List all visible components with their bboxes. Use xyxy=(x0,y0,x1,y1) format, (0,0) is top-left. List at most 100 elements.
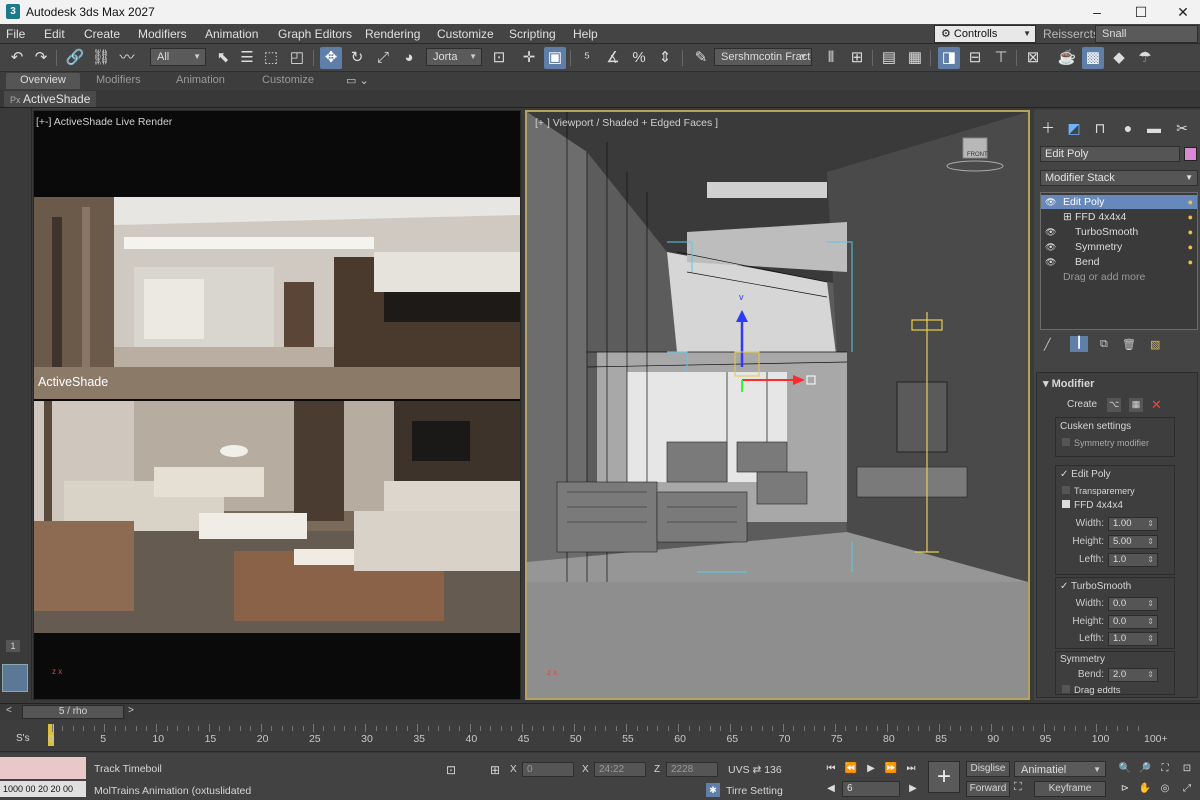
select-by-name-icon[interactable]: ☰ xyxy=(236,47,258,69)
menu-modifiers[interactable]: Modifiers xyxy=(138,27,187,41)
tab-overview[interactable]: Overview xyxy=(6,73,80,89)
perspective-viewport[interactable]: [+ ] Viewport / Shaded + Edged Faces ] F… xyxy=(525,110,1030,700)
time-config-icon[interactable]: ✱ xyxy=(706,783,720,797)
play-icon[interactable]: ▶ xyxy=(862,761,880,777)
utilities-panel-icon[interactable]: ✂ xyxy=(1172,118,1192,138)
viewcube-icon[interactable]: FRONT xyxy=(967,152,988,158)
redo-icon[interactable]: ↷ xyxy=(30,47,52,69)
stack-item-edit-poly[interactable]: 👁 Edit Poly ● xyxy=(1041,195,1197,209)
spinner-snap-icon[interactable]: ⇕ xyxy=(654,47,676,69)
mirror-icon[interactable]: ⫴ xyxy=(820,47,842,69)
make-unique-icon[interactable]: ⧉ xyxy=(1100,338,1108,351)
tab-customize[interactable]: Customize xyxy=(262,74,314,86)
viewport-layout-icon[interactable] xyxy=(2,664,28,692)
select-manipulate-icon[interactable]: ✛ xyxy=(518,47,540,69)
z-coord-field[interactable]: 2228 xyxy=(666,762,718,777)
maxscript-input[interactable]: 1000 00 20 20 00 xyxy=(0,781,86,797)
menu-rendering[interactable]: Rendering xyxy=(365,27,420,41)
rect-selection-icon[interactable]: ⬚ xyxy=(260,47,282,69)
eye-icon[interactable]: 👁 xyxy=(1045,240,1056,254)
time-slider[interactable]: < 5 / rho > xyxy=(0,703,1200,720)
selection-lock-icon[interactable]: ⊡ xyxy=(446,763,456,777)
menu-create[interactable]: Create xyxy=(84,27,120,41)
menu-file[interactable]: File xyxy=(6,27,25,41)
ts-height-spinner[interactable]: 0.0 xyxy=(1108,615,1158,629)
drag-edits-check[interactable]: Drag eddts xyxy=(1062,685,1120,696)
ffd-check[interactable]: FFD 4x4x4 xyxy=(1062,500,1123,511)
show-end-result-icon[interactable]: ┃ xyxy=(1070,336,1088,352)
light-bulb-icon[interactable]: ● xyxy=(1188,195,1193,209)
selection-filter-combo[interactable]: All ▼ xyxy=(150,48,206,66)
create-panel-icon[interactable]: ＋ xyxy=(1038,118,1058,138)
align-icon[interactable]: ⊞ xyxy=(846,47,868,69)
tab-modifiers[interactable]: Modifiers xyxy=(96,74,141,86)
menu-animation[interactable]: Animation xyxy=(205,27,258,41)
ribbon-options-icon[interactable]: ▭ ⌄ xyxy=(346,74,369,87)
time-setting-label[interactable]: Tirre Setting xyxy=(726,785,783,797)
transparency-check[interactable]: Transparemery xyxy=(1062,486,1135,496)
move-icon[interactable]: ✥ xyxy=(320,47,342,69)
stack-item-bend[interactable]: 👁 Bend ● xyxy=(1041,255,1197,269)
key-filters-icon[interactable]: ⛶ xyxy=(1014,781,1028,797)
named-selection-combo[interactable]: Sershmcotin Fract ▼ xyxy=(714,48,812,66)
menu-customize[interactable]: Customize xyxy=(437,27,494,41)
prev-key-icon[interactable]: ⏪ xyxy=(842,761,860,777)
absolute-mode-icon[interactable]: ⊞ xyxy=(490,763,500,777)
layer-explorer-icon[interactable]: ▤ xyxy=(878,47,900,69)
snaps-toggle-icon[interactable]: ⁵ xyxy=(576,47,598,69)
maximize-button[interactable]: ☐ xyxy=(1130,2,1152,22)
viewport-label[interactable]: [+ ] Viewport / Shaded + Edged Faces ] xyxy=(535,117,718,129)
undo-icon[interactable]: ↶ xyxy=(6,47,28,69)
rotate-icon[interactable]: ↻ xyxy=(346,47,368,69)
fov-icon[interactable]: ⊳ xyxy=(1116,781,1134,797)
edit-poly-check[interactable]: ✓ Edit Poly xyxy=(1060,469,1111,480)
layout-badge[interactable]: 1 xyxy=(6,640,20,652)
pivot-center-icon[interactable]: ⊡ xyxy=(488,47,510,69)
configure-sets-icon[interactable]: ▧ xyxy=(1150,338,1160,351)
tab-animation[interactable]: Animation xyxy=(176,74,225,86)
go-to-end-icon[interactable]: ⏭ xyxy=(902,761,920,777)
activeshade-viewport[interactable]: [+-] ActiveShade Live Render ActiveShade xyxy=(33,110,521,700)
ribbon-toggle-icon[interactable]: ▦ xyxy=(904,47,926,69)
prev-frame-icon[interactable]: < xyxy=(6,705,18,719)
eye-icon[interactable]: 👁 xyxy=(1045,255,1056,269)
stack-drop-hint[interactable]: Drag or add more xyxy=(1041,270,1197,284)
delete-icon[interactable]: ✕ xyxy=(1151,397,1162,413)
render-production-icon[interactable]: ▩ xyxy=(1082,47,1104,69)
motion-panel-icon[interactable]: ● xyxy=(1118,118,1138,138)
eye-icon[interactable]: 👁 xyxy=(1045,195,1056,209)
height-spinner[interactable]: 5.00 xyxy=(1108,535,1158,549)
forward-button[interactable]: Forward xyxy=(966,781,1010,797)
time-slider-thumb[interactable]: 5 / rho xyxy=(22,705,124,719)
menu-graph-editors[interactable]: Graph Editors xyxy=(278,27,352,41)
rollout-title[interactable]: ▾ Modifier xyxy=(1043,377,1094,390)
workspace-value-field[interactable]: Snall xyxy=(1095,25,1198,43)
maximize-viewport-icon[interactable]: ⤢ xyxy=(1178,781,1196,797)
bind-spacewarp-icon[interactable]: 〰 xyxy=(116,47,138,69)
viewport-label[interactable]: [+-] ActiveShade Live Render xyxy=(36,116,172,128)
create-modifier-icon[interactable]: ⌥ xyxy=(1107,398,1121,412)
link-icon[interactable]: 🔗 xyxy=(64,47,86,69)
angle-snap-icon[interactable]: ∡ xyxy=(602,47,624,69)
curve-editor-icon[interactable]: ◨ xyxy=(938,47,960,69)
ts-width-spinner[interactable]: 0.0 xyxy=(1108,597,1158,611)
remove-modifier-icon[interactable]: 🗑 xyxy=(1122,338,1136,351)
unlink-icon[interactable]: ⛓ xyxy=(90,47,112,69)
activeshade-tab[interactable]: Px ActiveShade xyxy=(4,91,97,107)
next-key-icon[interactable]: ⏩ xyxy=(882,761,900,777)
zoom-extents-all-icon[interactable]: ⊡ xyxy=(1178,761,1196,777)
zoom-extents-icon[interactable]: ⛶ xyxy=(1156,761,1174,777)
prev-frame-button-icon[interactable]: ◀ xyxy=(822,781,840,797)
stack-item-symmetry[interactable]: 👁 Symmetry ● xyxy=(1041,240,1197,254)
menu-help[interactable]: Help xyxy=(573,27,598,41)
light-bulb-icon[interactable]: ● xyxy=(1188,240,1193,254)
select-object-icon[interactable]: ⬉ xyxy=(212,47,234,69)
menu-scripting[interactable]: Scripting xyxy=(509,27,556,41)
close-button[interactable]: ✕ xyxy=(1172,2,1194,22)
animation-combo[interactable]: Animatiel ▼ xyxy=(1014,761,1106,777)
reference-coord-combo[interactable]: Jorta ▼ xyxy=(426,48,482,66)
next-frame-icon[interactable]: > xyxy=(128,705,140,719)
render-iterative-icon[interactable]: ◆ xyxy=(1108,47,1130,69)
x-coord-field[interactable]: 0 xyxy=(522,762,574,777)
zoom-all-icon[interactable]: 🔎 xyxy=(1136,761,1154,777)
